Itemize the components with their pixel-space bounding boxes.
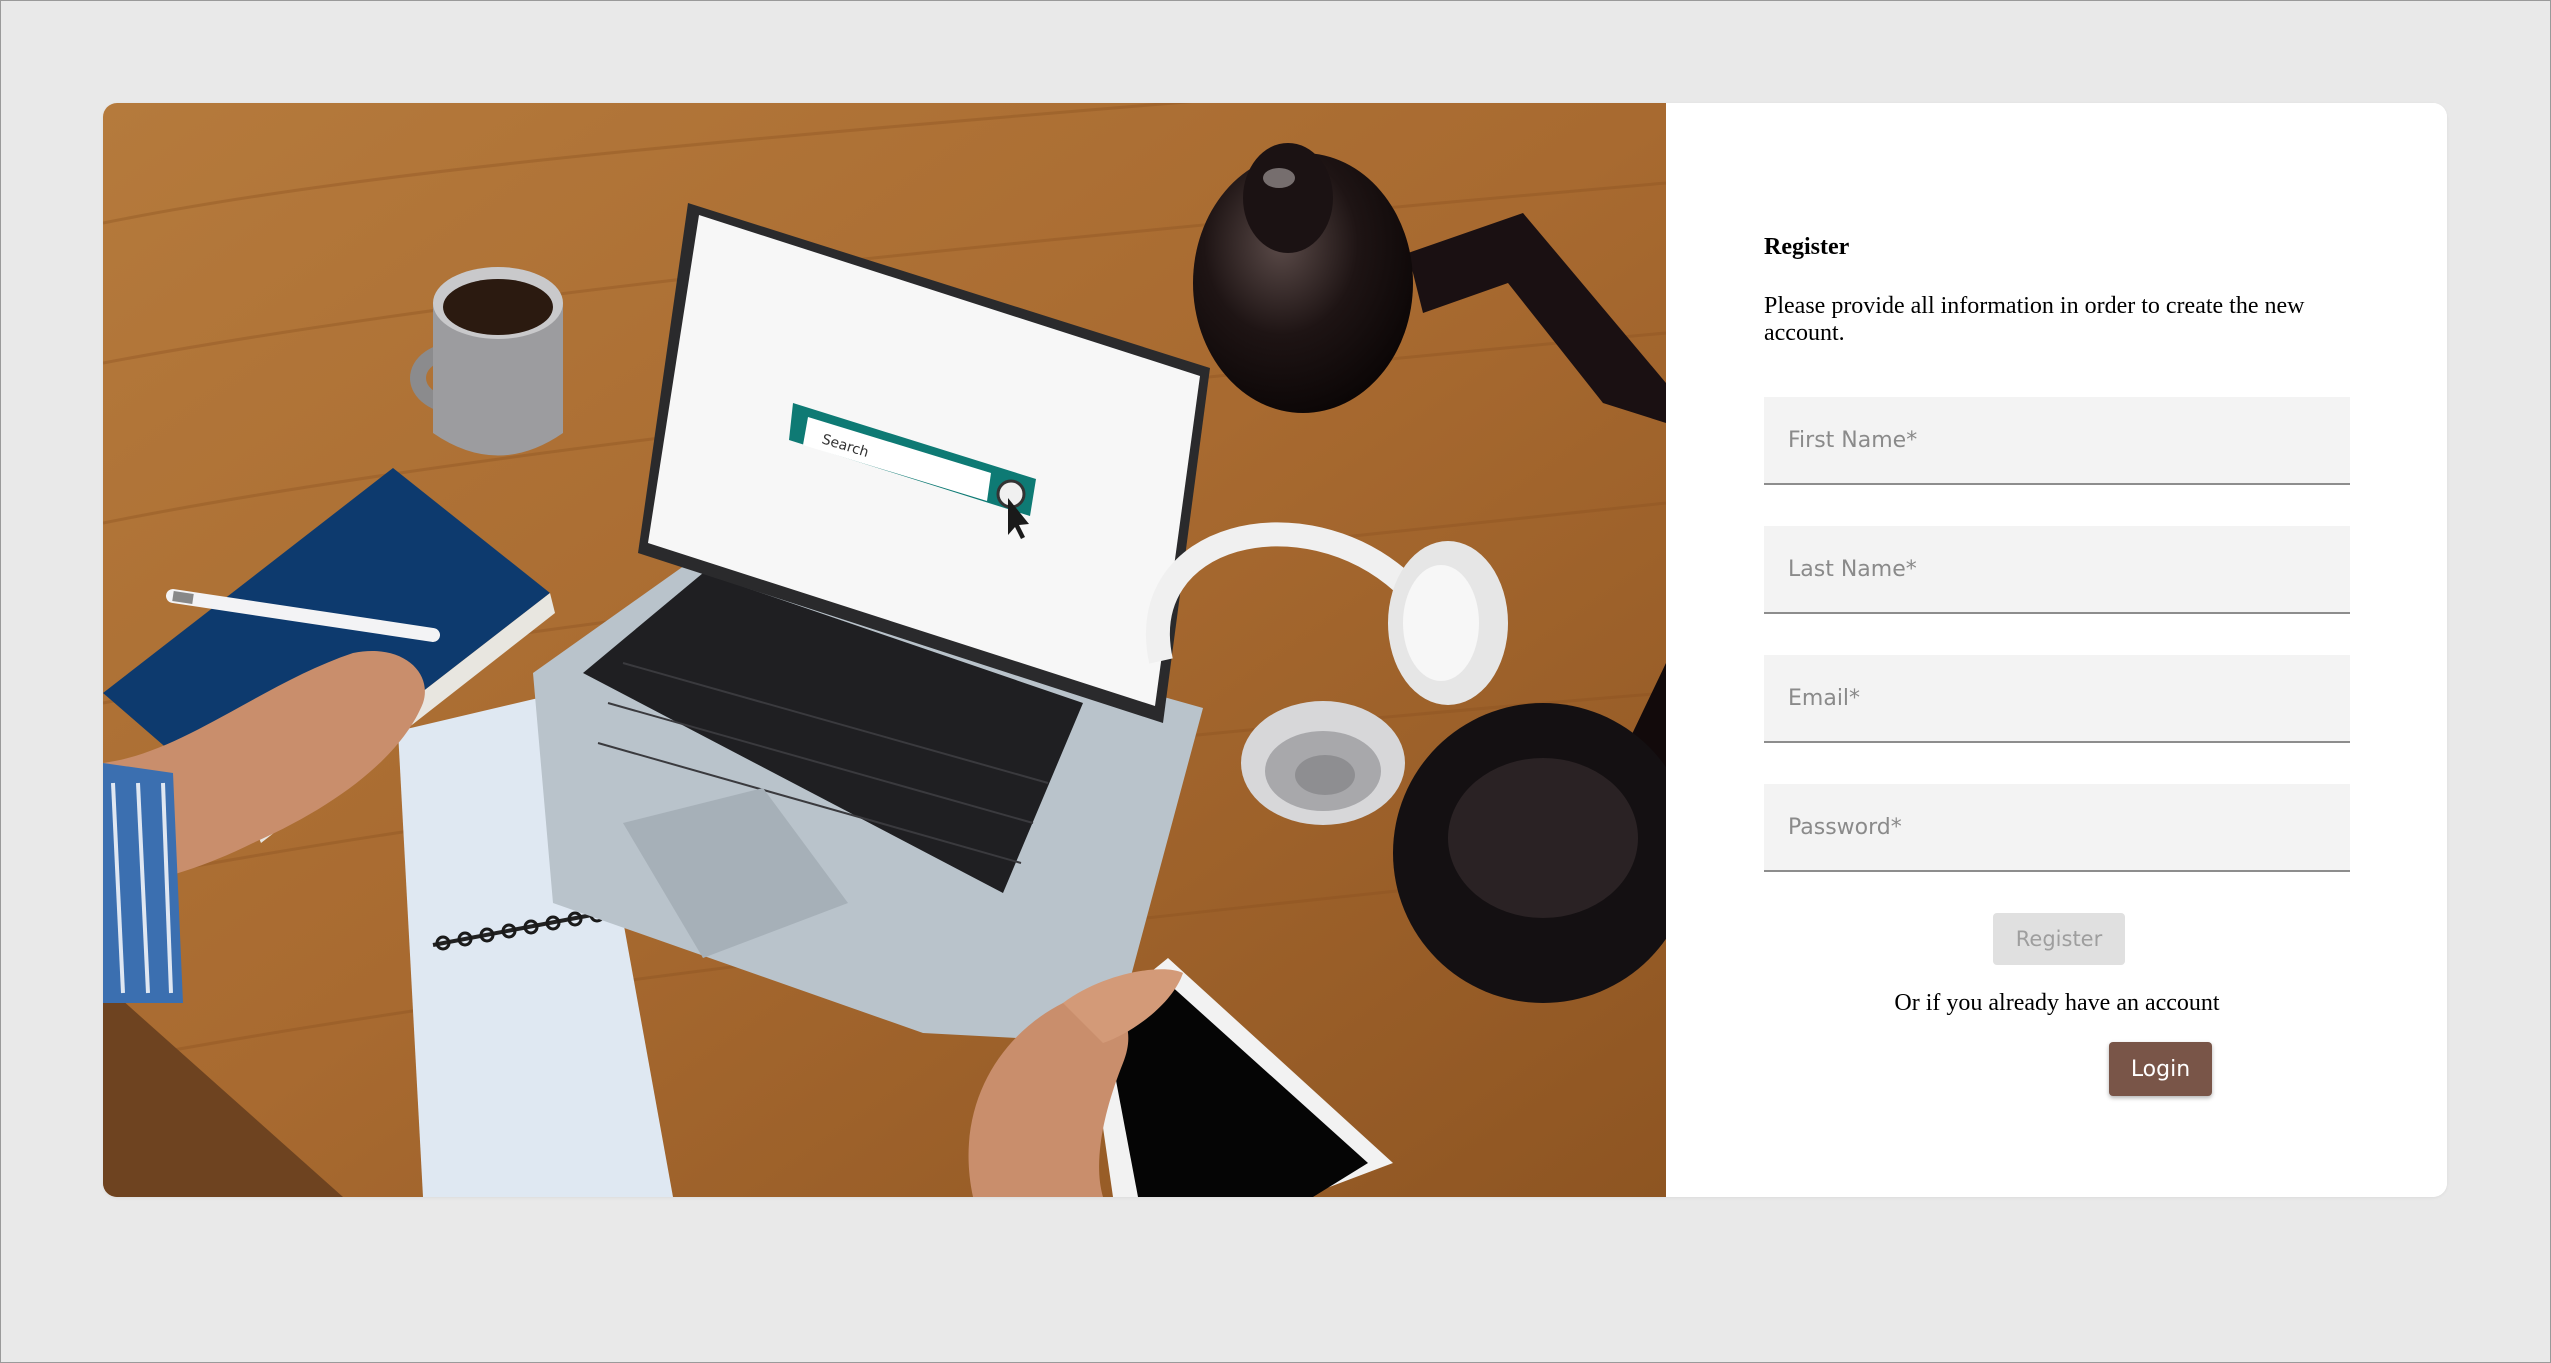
login-button[interactable]: Login <box>2109 1042 2212 1096</box>
register-panel: Register Please provide all information … <box>1666 103 2447 1197</box>
email-field[interactable] <box>1764 655 2350 743</box>
register-button[interactable]: Register <box>1993 913 2125 965</box>
password-input[interactable] <box>1764 784 2350 870</box>
hero-image: Search <box>103 103 1666 1197</box>
first-name-field[interactable] <box>1764 397 2350 485</box>
register-card: Search Register Please provide all infor… <box>103 103 2447 1197</box>
last-name-field[interactable] <box>1764 526 2350 614</box>
password-field[interactable] <box>1764 784 2350 872</box>
coffee-mug-icon <box>410 267 563 456</box>
last-name-input[interactable] <box>1764 526 2350 612</box>
register-title: Register <box>1764 234 1850 260</box>
login-prompt-text: Or if you already have an account <box>1894 990 2220 1016</box>
first-name-input[interactable] <box>1764 397 2350 483</box>
register-description: Please provide all information in order … <box>1764 293 2305 346</box>
email-input[interactable] <box>1764 655 2350 741</box>
